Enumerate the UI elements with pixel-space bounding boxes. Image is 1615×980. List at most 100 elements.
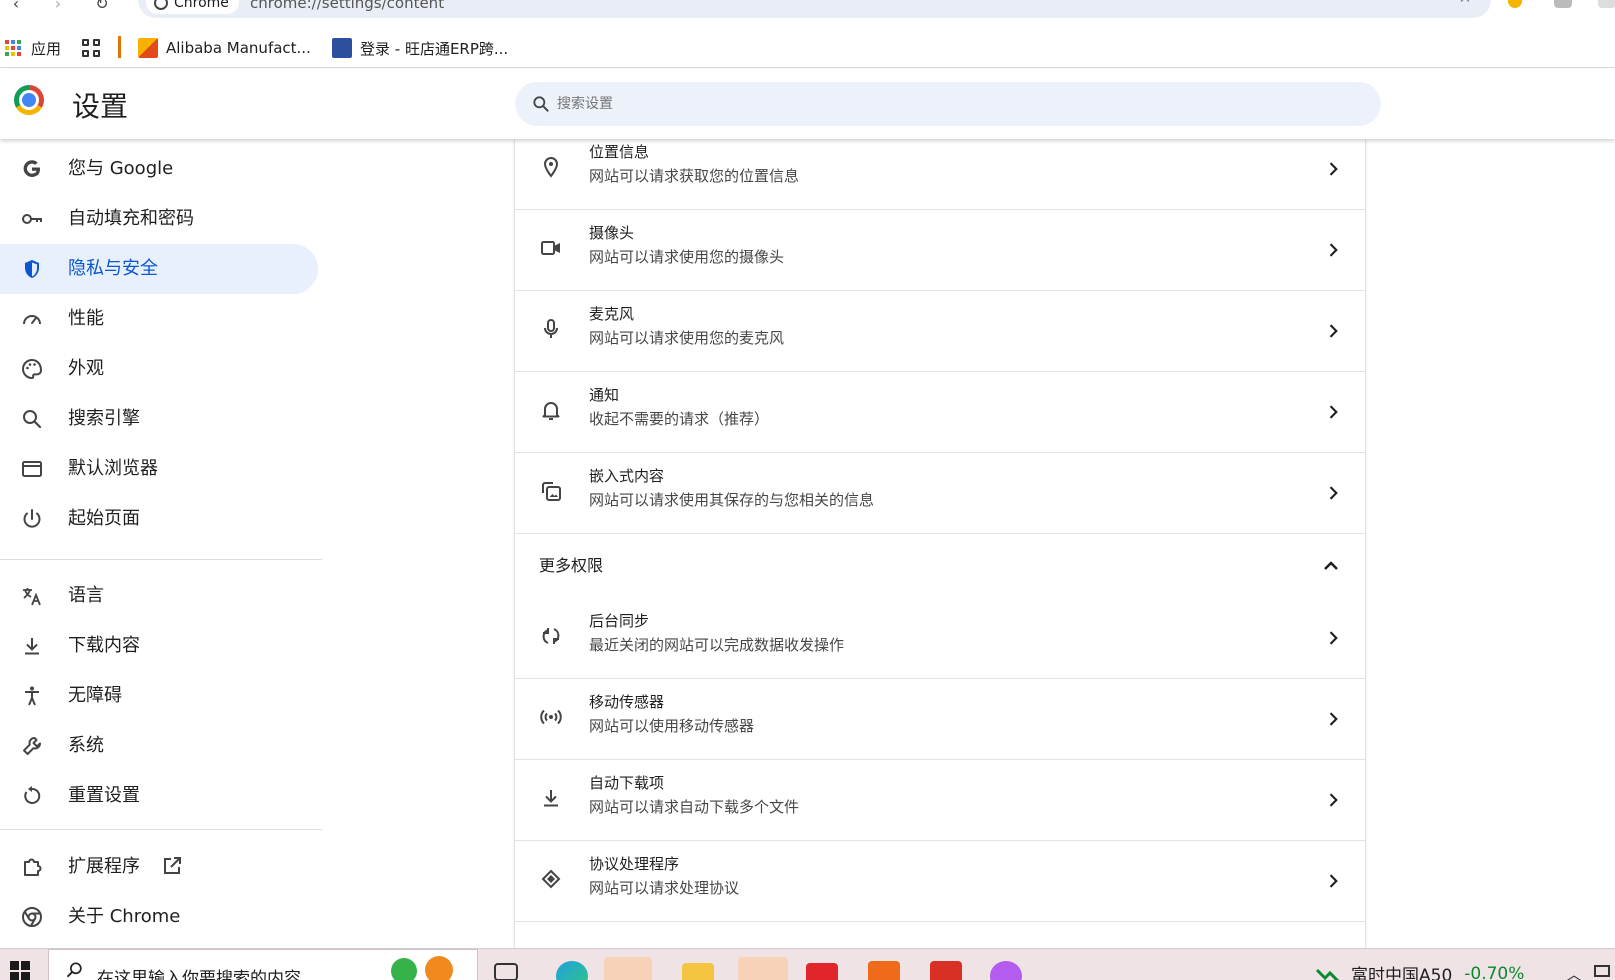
sidebar-item-appearance[interactable]: 外观 [0,344,318,394]
chevron-right-icon [1329,486,1338,500]
permission-subtitle: 最近关闭的网站可以完成数据收发操作 [589,636,845,654]
sidebar-item-reset[interactable]: 重置设置 [0,771,318,821]
permission-title: 嵌入式内容 [589,467,665,485]
sidebar-item-performance[interactable]: 性能 [0,294,318,344]
browser-toolbar: ‹ › ↻ Chrome chrome://settings/content ☆ [0,0,1615,28]
sidebar-item-label: 重置设置 [68,785,140,806]
search-icon [23,410,42,429]
speedometer-icon [23,315,41,325]
sidebar-item-label: 无障碍 [68,685,122,706]
sidebar-item-languages[interactable]: 语言 [0,571,318,621]
permission-subtitle: 收起不需要的请求（推荐） [589,410,770,428]
sidebar-item-system[interactable]: 系统 [0,721,318,771]
site-info-chip[interactable]: Chrome [146,0,239,14]
sidebar-item-accessibility[interactable]: 无障碍 [0,671,318,721]
permission-subtitle: 网站可以请求处理协议 [589,879,740,897]
sidebar-item-label: 系统 [68,735,104,756]
sidebar-item-autofill[interactable]: 自动填充和密码 [0,194,318,244]
translate-icon [23,588,41,606]
bookmark-alibaba[interactable]: Alibaba Manufact... [138,28,311,68]
sidebar-item-on-startup[interactable]: 起始页面 [0,494,318,544]
bookmark-star-icon[interactable]: ☆ [1457,0,1473,7]
search-input[interactable] [557,82,1337,126]
permission-row-camera[interactable]: 摄像头 网站可以请求使用您的摄像头 [515,210,1365,291]
permission-row-microphone[interactable]: 麦克风 网站可以请求使用您的麦克风 [515,291,1365,372]
sidebar-item-label: 语言 [68,585,104,606]
settings-search[interactable] [515,82,1381,126]
chevron-right-icon [1329,405,1338,419]
permission-row-automatic-downloads[interactable]: 自动下载项 网站可以请求自动下载多个文件 [515,760,1365,841]
profile-icon[interactable] [1554,0,1572,8]
bookmark-apps[interactable]: 应用 [5,28,61,68]
bookmark-separator [118,36,121,58]
sidebar-item-default-browser[interactable]: 默认浏览器 [0,444,318,494]
chevron-right-icon [1329,324,1338,338]
permission-row-motion-sensors[interactable]: 移动传感器 网站可以使用移动传感器 [515,679,1365,760]
stock-ticker[interactable]: 富时中国A50 -0.70% [1315,961,1524,980]
permission-title: 后台同步 [589,612,650,630]
sogou-icon[interactable] [868,961,900,980]
battery-icon[interactable] [1594,965,1610,977]
sidebar-item-about-chrome[interactable]: 关于 Chrome [0,892,318,942]
download-icon [544,790,558,807]
microphone-icon [544,319,558,338]
sidebar-item-label: 下载内容 [68,635,140,656]
chevron-right-icon [1329,793,1338,807]
browser-window-icon [22,461,42,477]
mail-icon[interactable] [604,957,652,980]
permission-row-location[interactable]: 位置信息 网站可以请求获取您的位置信息 [515,139,1365,210]
permission-row-notifications[interactable]: 通知 收起不需要的请求（推荐） [515,372,1365,453]
reload-button[interactable]: ↻ [88,0,116,14]
bookmark-wangdiantong[interactable]: 登录 - 旺店通ERP跨... [332,28,508,68]
chrome-taskbar-icon[interactable] [738,957,788,980]
sidebar-item-label: 起始页面 [68,508,140,529]
taskbar-search[interactable]: 在这里输入你要搜索的内容 [48,949,478,980]
more-permissions-toggle[interactable]: 更多权限 [515,534,1365,598]
sidebar-item-downloads[interactable]: 下载内容 [0,621,318,671]
running-figure-green-icon [391,958,417,980]
side-panel-icon[interactable] [1598,0,1615,8]
sidebar-item-privacy[interactable]: 隐私与安全 [0,244,318,294]
back-button[interactable]: ‹ [2,0,30,14]
task-view-icon[interactable] [494,963,518,980]
sidebar-item-label: 自动填充和密码 [68,208,194,229]
stock-trend-icon [1315,968,1340,980]
sidebar-divider [0,559,322,560]
sidebar-item-label: 性能 [68,308,104,329]
address-bar[interactable]: Chrome chrome://settings/content ☆ [138,0,1491,18]
puzzle-icon [24,858,42,876]
sidebar-item-search-engine[interactable]: 搜索引擎 [0,394,318,444]
forward-button[interactable]: › [44,0,72,14]
chevron-right-icon [1329,631,1338,645]
file-explorer-icon[interactable] [682,963,714,980]
permission-row-protocol-handlers[interactable]: 协议处理程序 网站可以请求处理协议 [515,841,1365,922]
location-pin-icon [543,156,559,178]
tab-groups-icon [82,39,100,57]
wangdiantong-favicon-icon [332,38,352,58]
edge-icon[interactable] [556,961,588,980]
search-icon [533,96,549,112]
permission-subtitle: 网站可以使用移动传感器 [589,717,755,735]
bookmark-tab-groups[interactable] [82,28,100,68]
tray-expand-icon[interactable]: ︿ [1566,961,1582,980]
sidebar-item-extensions[interactable]: 扩展程序 [0,842,318,892]
permission-row-background-sync[interactable]: 后台同步 最近关闭的网站可以完成数据收发操作 [515,598,1365,679]
sidebar-item-you-and-google[interactable]: 您与 Google [0,144,318,194]
sidebar-divider [0,829,322,830]
extension-icon[interactable] [1508,0,1522,8]
windows-start-icon[interactable] [10,961,30,980]
chevron-right-icon [1329,712,1338,726]
windows-taskbar: 在这里输入你要搜索的内容 富时中国A50 -0.70% ︿ [0,948,1615,980]
permission-title: 通知 [589,386,620,404]
z-app-icon[interactable] [930,961,962,980]
wps-icon[interactable] [806,963,838,980]
alibaba-favicon-icon [138,38,158,58]
embedded-content-icon [542,482,561,501]
sidebar-item-label: 您与 Google [68,158,174,179]
sensor-icon [540,709,562,725]
permission-subtitle: 网站可以请求使用其保存的与您相关的信息 [589,491,875,509]
url-text[interactable]: chrome://settings/content [250,0,444,16]
cat-app-icon[interactable] [990,961,1022,980]
open-in-new-icon [164,857,181,874]
permission-row-embedded-content[interactable]: 嵌入式内容 网站可以请求使用其保存的与您相关的信息 [515,453,1365,534]
